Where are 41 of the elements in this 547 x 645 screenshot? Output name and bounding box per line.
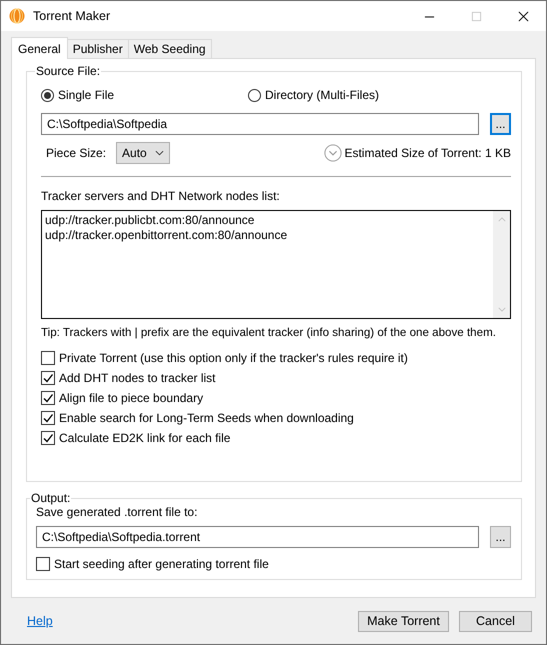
checkbox[interactable] — [41, 351, 55, 365]
checkbox-label[interactable]: Enable search for Long-Term Seeds when downloading — [59, 411, 354, 425]
group-label: Source File: — [35, 64, 102, 78]
checkbox[interactable] — [41, 431, 55, 445]
checkbox[interactable] — [41, 411, 55, 425]
save-path-label: Save generated .torrent file to: — [36, 505, 198, 519]
tracker-url: udp://tracker.publicbt.com:80/announce — [45, 213, 256, 228]
dialog-button[interactable]: Make Torrent — [358, 610, 449, 632]
piece-size-label: Piece Size: — [46, 146, 106, 160]
radio-button[interactable] — [41, 88, 54, 102]
checkbox-label[interactable]: Align file to piece boundary — [59, 391, 204, 405]
checkbox-label[interactable]: Calculate ED2K link for each file — [59, 431, 230, 445]
close-icon[interactable] — [518, 10, 529, 22]
tracker-url: udp://tracker.openbittorrent.com:80/announce — [45, 228, 288, 243]
tab[interactable]: Web Seeding — [128, 39, 212, 58]
output-path-field[interactable]: C:\Softpedia\Softpedia.torrent — [36, 526, 479, 548]
dialog-button[interactable]: Cancel — [459, 610, 532, 632]
checkbox[interactable] — [36, 557, 50, 571]
checkbox-label[interactable]: Start seeding after generating torrent file — [54, 557, 269, 571]
source-path-field[interactable]: C:\Softpedia\Softpedia — [41, 113, 479, 135]
tip-text: Tip: Trackers with | prefix are the equivalent tracker (info sharing) of the one above them. — [41, 326, 497, 339]
help-link[interactable]: Help — [27, 614, 53, 628]
tracker-list-field[interactable]: udp://tracker.publicbt.com:80/announce udp://tracker.openbittorrent.com:80/announce — [41, 210, 511, 319]
checkbox[interactable] — [41, 371, 55, 385]
group-label: Output: — [30, 491, 72, 505]
radio-button[interactable] — [248, 88, 261, 102]
expand-icon[interactable] — [324, 144, 342, 162]
checkbox-label[interactable]: Private Torrent (use this option only if the tracker's rules require it) — [59, 351, 408, 365]
tracker-list-label: Tracker servers and DHT Network nodes list: — [41, 189, 281, 203]
browse-button[interactable]: ... — [490, 526, 511, 548]
estimated-size-label: Estimated Size of Torrent: 1 KB — [344, 146, 511, 160]
radio-label[interactable]: Directory (Multi-Files) — [265, 88, 379, 102]
app-logo-icon — [9, 8, 25, 24]
caret-icon — [155, 150, 164, 156]
tab[interactable]: General — [11, 37, 68, 59]
piece-size-dropdown[interactable]: Auto — [116, 142, 170, 164]
checkbox-label[interactable]: Add DHT nodes to tracker list — [59, 371, 216, 385]
radio-label[interactable]: Single File — [58, 88, 114, 102]
browse-button[interactable]: ... — [490, 113, 511, 135]
checkbox[interactable] — [41, 391, 55, 405]
window-title: Torrent Maker — [33, 9, 110, 23]
